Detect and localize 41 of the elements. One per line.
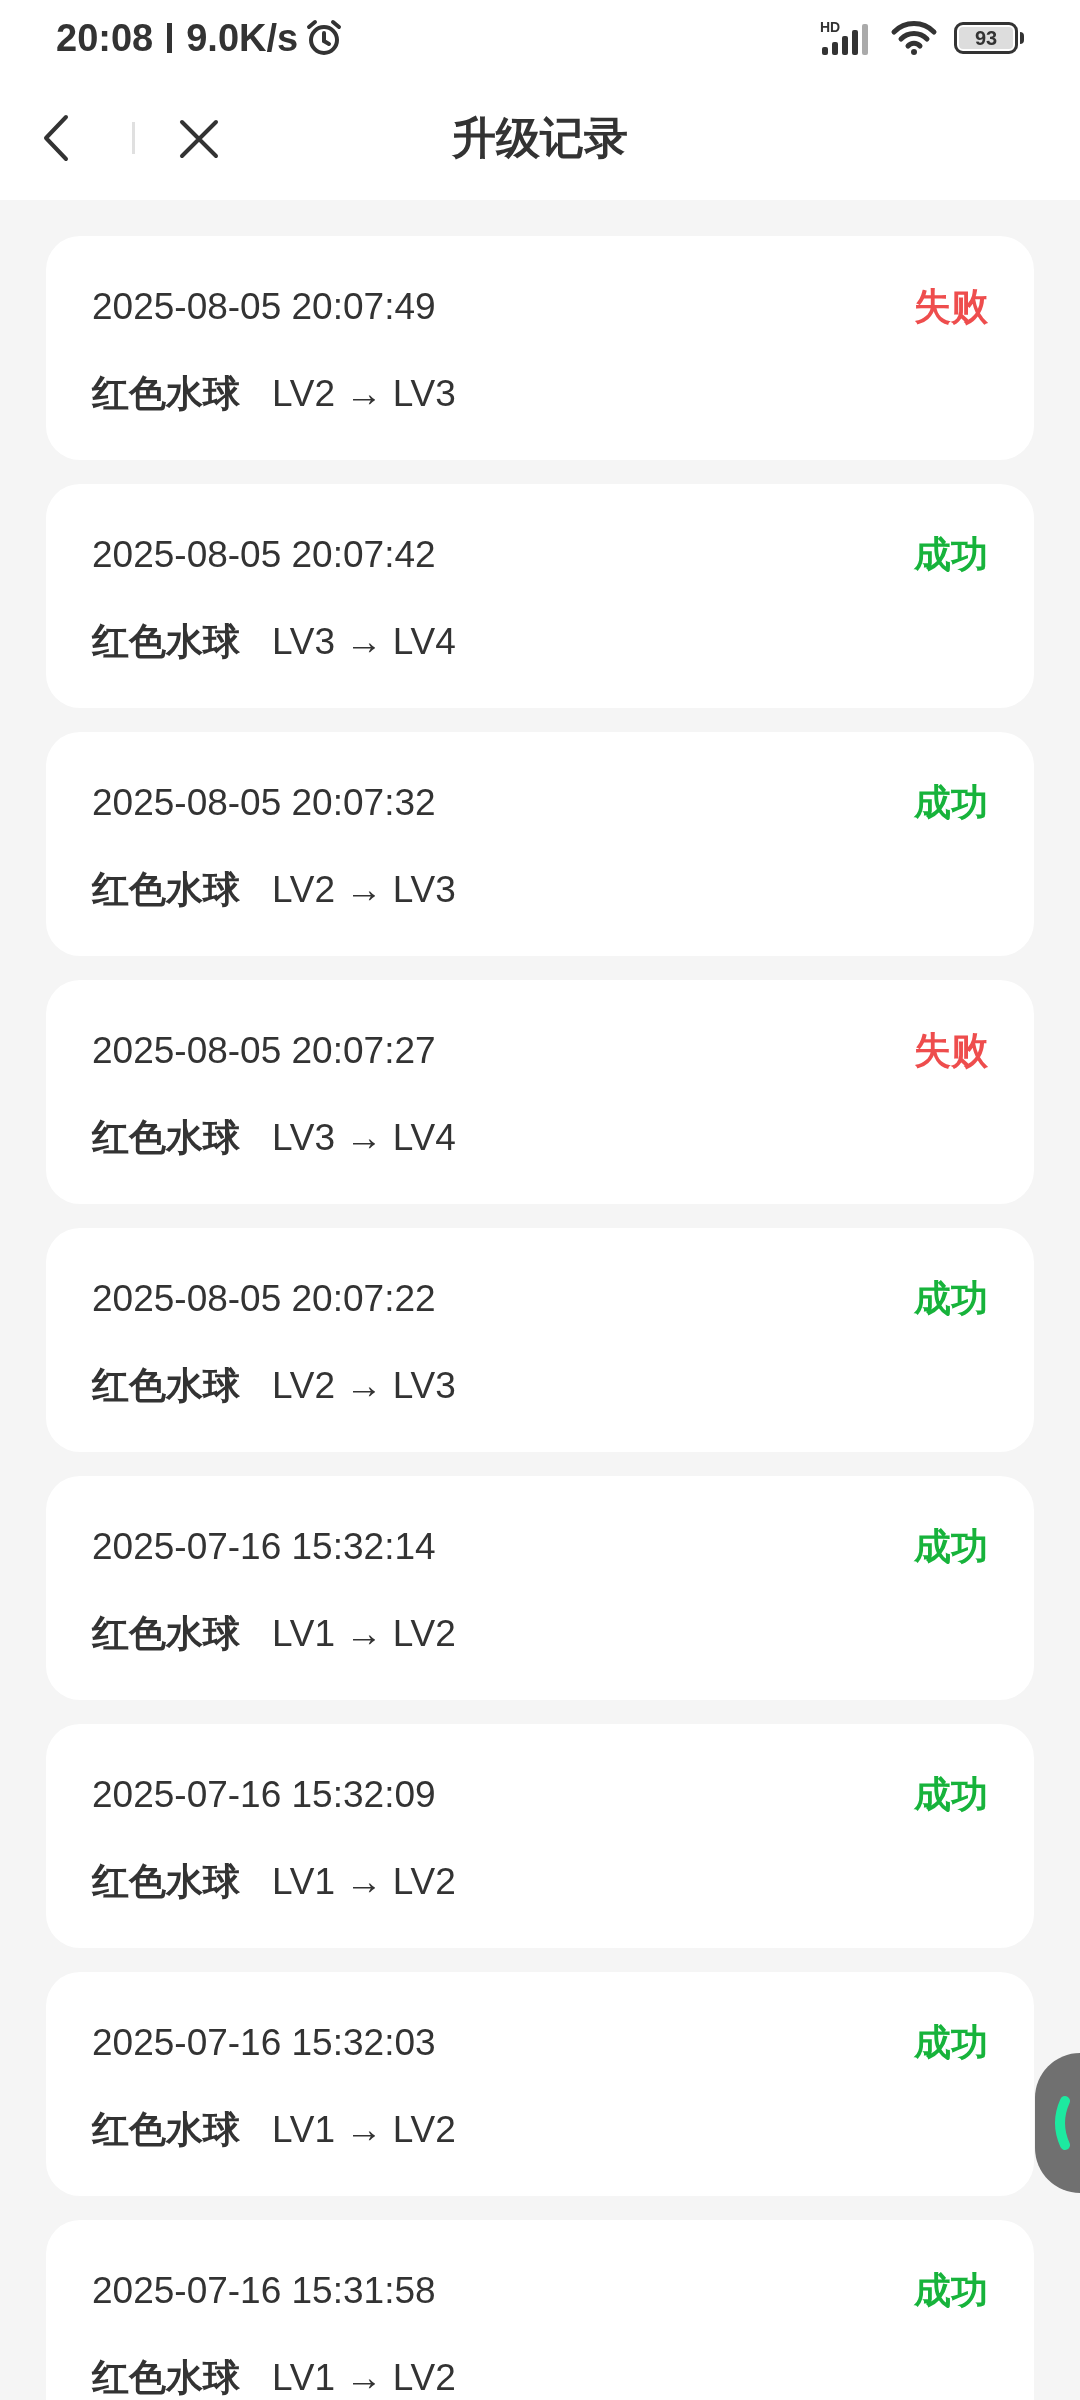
record-time: 2025-07-16 15:31:58 [92, 2269, 436, 2314]
item-name: 红色水球 [92, 1860, 240, 1905]
item-name: 红色水球 [92, 2108, 240, 2153]
record-time: 2025-08-05 20:07:49 [92, 285, 436, 330]
level-change: LV1 → LV2 [272, 2356, 456, 2400]
record-time: 2025-07-16 15:32:03 [92, 2021, 436, 2066]
result-label: 成功 [914, 1525, 988, 1570]
level-change: LV2 → LV3 [272, 1364, 456, 1409]
item-name: 红色水球 [92, 1116, 240, 1161]
status-separator [167, 23, 173, 53]
result-label: 成功 [914, 2269, 988, 2314]
result-label: 成功 [914, 781, 988, 826]
level-change: LV3 → LV4 [272, 1116, 456, 1161]
result-label: 成功 [914, 2021, 988, 2066]
item-name: 红色水球 [92, 620, 240, 665]
wifi-icon [890, 20, 938, 56]
level-change: LV1 → LV2 [272, 1612, 456, 1657]
record-time: 2025-08-05 20:07:27 [92, 1029, 436, 1074]
level-change: LV2 → LV3 [272, 868, 456, 913]
record-time: 2025-07-16 15:32:09 [92, 1773, 436, 1818]
level-change: LV1 → LV2 [272, 2108, 456, 2153]
result-label: 成功 [914, 1773, 988, 1818]
level-change: LV3 → LV4 [272, 620, 456, 665]
record-time: 2025-07-16 15:32:14 [92, 1525, 436, 1570]
status-time: 20:08 [56, 15, 154, 61]
record-time: 2025-08-05 20:07:22 [92, 1277, 436, 1322]
result-label: 失败 [914, 285, 988, 330]
result-label: 成功 [914, 1277, 988, 1322]
item-name: 红色水球 [92, 372, 240, 417]
level-change: LV1 → LV2 [272, 1860, 456, 1905]
record-time: 2025-08-05 20:07:42 [92, 533, 436, 578]
item-name: 红色水球 [92, 868, 240, 913]
item-name: 红色水球 [92, 1612, 240, 1657]
result-label: 失败 [914, 1029, 988, 1074]
network-speed: 9.0K/s [186, 15, 299, 61]
item-name: 红色水球 [92, 2356, 240, 2400]
item-name: 红色水球 [92, 1364, 240, 1409]
result-label: 成功 [914, 533, 988, 578]
record-time: 2025-08-05 20:07:32 [92, 781, 436, 826]
page-title: 升级记录 [452, 112, 628, 164]
level-change: LV2 → LV3 [272, 372, 456, 417]
